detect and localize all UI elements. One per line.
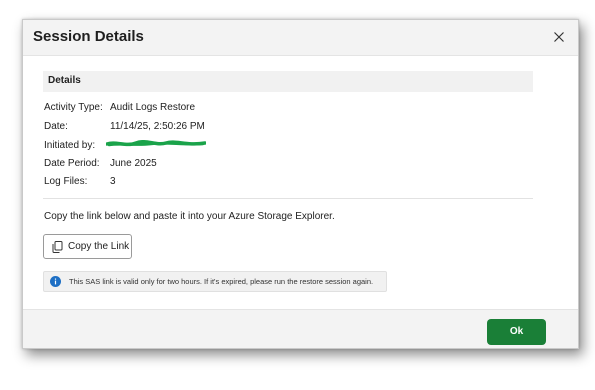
dialog-title: Session Details [33, 28, 144, 45]
detail-value: Audit Logs Restore [110, 102, 196, 113]
notice-text: This SAS link is valid only for two hour… [69, 277, 374, 286]
details-section-header: Details [43, 71, 533, 92]
detail-label: Date: [44, 121, 68, 132]
dialog-footer: Ok [23, 309, 578, 348]
detail-value: 11/14/25, 2:50:26 PM [110, 121, 205, 132]
details-section-title: Details [48, 75, 81, 86]
section-divider [43, 198, 533, 199]
close-icon [554, 32, 564, 42]
info-icon [50, 276, 61, 287]
dialog-header: Session Details [23, 20, 578, 56]
ok-button[interactable]: Ok [487, 319, 546, 345]
detail-label: Date Period: [44, 158, 100, 169]
session-details-dialog: Session Details Details Activity Type: A… [22, 19, 579, 349]
sas-link-notice: This SAS link is valid only for two hour… [43, 271, 387, 292]
copy-icon [52, 241, 63, 253]
copy-link-button[interactable]: Copy the Link [43, 234, 132, 259]
detail-value: June 2025 [110, 158, 157, 169]
copy-link-label: Copy the Link [68, 241, 130, 252]
instruction-text: Copy the link below and paste it into yo… [44, 211, 335, 222]
redaction-scribble [106, 140, 206, 147]
detail-label: Activity Type: [44, 102, 103, 113]
close-button[interactable] [550, 28, 568, 46]
detail-value: 3 [110, 176, 116, 187]
detail-label: Initiated by: [44, 140, 96, 151]
detail-label: Log Files: [44, 176, 88, 187]
